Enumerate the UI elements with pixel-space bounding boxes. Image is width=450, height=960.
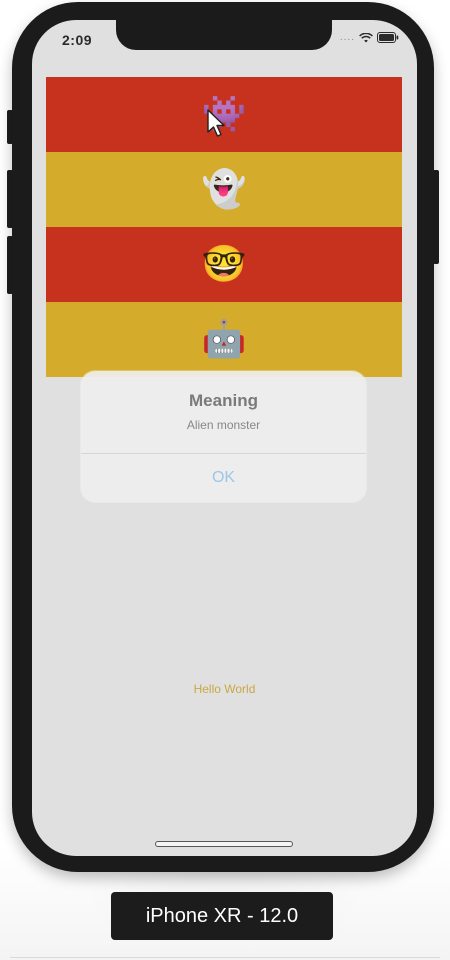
robot-icon: 🤖 bbox=[201, 318, 247, 360]
alert-title: Meaning bbox=[189, 391, 258, 410]
bottom-divider bbox=[10, 957, 440, 958]
meaning-alert: Meaning Alien monster OK bbox=[81, 371, 366, 502]
home-indicator[interactable] bbox=[156, 842, 292, 846]
wifi-icon bbox=[359, 32, 373, 43]
simulator-stage: 2:09 .... 👾� bbox=[0, 0, 450, 960]
table-row[interactable]: 🤓 bbox=[46, 227, 402, 302]
nerd-face-icon: 🤓 bbox=[201, 243, 247, 285]
table-row[interactable]: 🤖 bbox=[46, 302, 402, 377]
table-row[interactable]: 👻 bbox=[46, 152, 402, 227]
notch bbox=[116, 20, 332, 50]
hello-world-label: Hello World bbox=[193, 682, 256, 696]
device-name-label: iPhone XR - 12.0 bbox=[111, 892, 333, 940]
battery-icon bbox=[377, 32, 399, 43]
signal-dots: .... bbox=[339, 32, 355, 43]
alert-ok-button[interactable]: OK bbox=[81, 454, 366, 502]
mouse-pointer-icon bbox=[206, 108, 226, 138]
status-indicators: .... bbox=[340, 32, 399, 43]
device-screen: 2:09 .... 👾� bbox=[32, 20, 417, 856]
status-time: 2:09 bbox=[62, 32, 93, 48]
alert-message: Alien monster bbox=[186, 418, 261, 432]
ghost-icon: 👻 bbox=[201, 168, 247, 210]
